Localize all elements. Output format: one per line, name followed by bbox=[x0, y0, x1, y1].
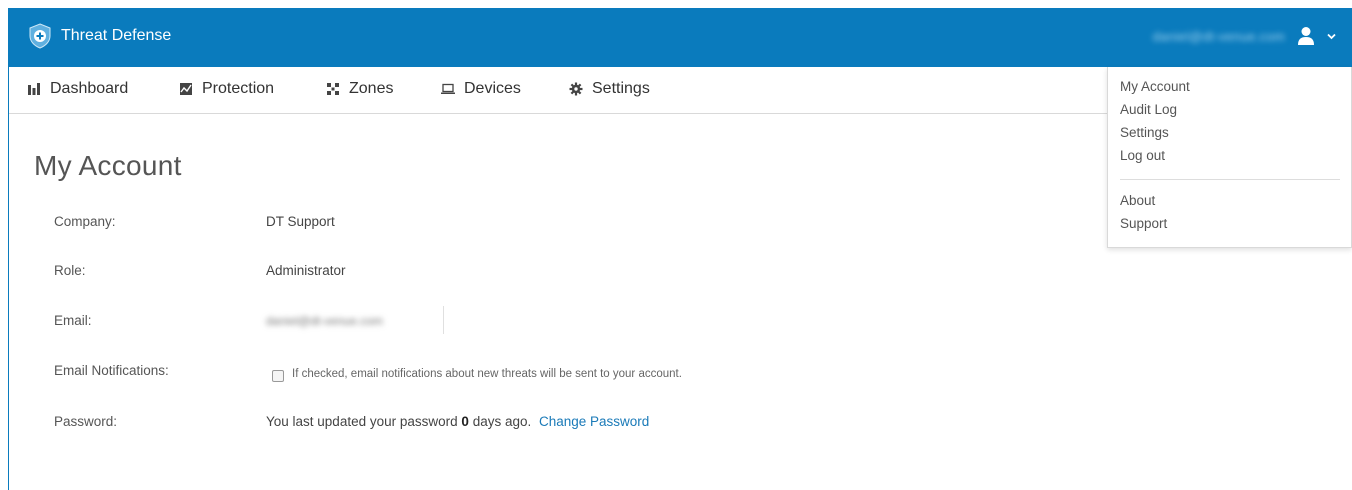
email-value: daniel@dt-venue.com bbox=[266, 314, 383, 328]
nav-dashboard-label: Dashboard bbox=[50, 80, 129, 97]
zones-icon bbox=[327, 83, 339, 95]
email-label: Email: bbox=[54, 313, 92, 328]
top-bar: Threat Defense daniel@dt-venue.com bbox=[9, 9, 1352, 67]
notifications-checkbox[interactable] bbox=[272, 370, 284, 382]
menu-item-audit-log[interactable]: Audit Log bbox=[1120, 102, 1177, 117]
company-label: Company: bbox=[54, 214, 116, 229]
protection-icon bbox=[180, 83, 192, 95]
laptop-icon bbox=[441, 83, 455, 94]
nav-zones[interactable]: Zones bbox=[326, 80, 393, 98]
app-title: Threat Defense bbox=[61, 27, 172, 44]
bar-chart-icon bbox=[28, 83, 40, 95]
nav-settings-label: Settings bbox=[592, 80, 650, 97]
user-menu-toggle[interactable]: daniel@dt-venue.com bbox=[1153, 26, 1336, 46]
password-text-prefix: You last updated your password bbox=[266, 414, 458, 429]
shield-logo-icon bbox=[29, 23, 51, 49]
nav-dashboard[interactable]: Dashboard bbox=[27, 80, 128, 98]
chevron-down-icon bbox=[1327, 33, 1336, 39]
nav-zones-label: Zones bbox=[349, 80, 394, 97]
user-dropdown-menu: My Account Audit Log Settings Log out Ab… bbox=[1107, 67, 1352, 248]
menu-divider bbox=[1120, 179, 1340, 180]
role-label: Role: bbox=[54, 263, 86, 278]
menu-item-my-account[interactable]: My Account bbox=[1120, 79, 1190, 94]
password-days: 0 bbox=[461, 414, 469, 429]
password-status: You last updated your password 0 days ag… bbox=[266, 414, 649, 429]
nav-protection[interactable]: Protection bbox=[179, 80, 274, 98]
page-title: My Account bbox=[34, 150, 182, 181]
role-value: Administrator bbox=[266, 263, 346, 278]
password-label: Password: bbox=[54, 414, 118, 429]
user-icon bbox=[1298, 27, 1314, 45]
menu-item-support[interactable]: Support bbox=[1120, 216, 1167, 231]
notifications-description: If checked, email notifications about ne… bbox=[292, 368, 682, 380]
menu-item-log-out[interactable]: Log out bbox=[1120, 148, 1165, 163]
menu-item-about[interactable]: About bbox=[1120, 193, 1155, 208]
nav-protection-label: Protection bbox=[202, 80, 275, 97]
brand[interactable]: Threat Defense bbox=[29, 23, 171, 49]
nav-devices-label: Devices bbox=[464, 80, 521, 97]
nav-devices[interactable]: Devices bbox=[441, 80, 521, 98]
change-password-link[interactable]: Change Password bbox=[539, 414, 649, 429]
nav-settings[interactable]: Settings bbox=[569, 80, 650, 98]
menu-item-settings[interactable]: Settings bbox=[1120, 125, 1169, 140]
user-email: daniel@dt-venue.com bbox=[1152, 28, 1285, 44]
company-value: DT Support bbox=[266, 214, 335, 229]
app-window: Threat Defense daniel@dt-venue.com Dashb… bbox=[8, 8, 1352, 490]
password-text-suffix: days ago. bbox=[472, 414, 532, 429]
gear-icon bbox=[569, 82, 583, 96]
notifications-label: Email Notifications: bbox=[54, 363, 169, 378]
